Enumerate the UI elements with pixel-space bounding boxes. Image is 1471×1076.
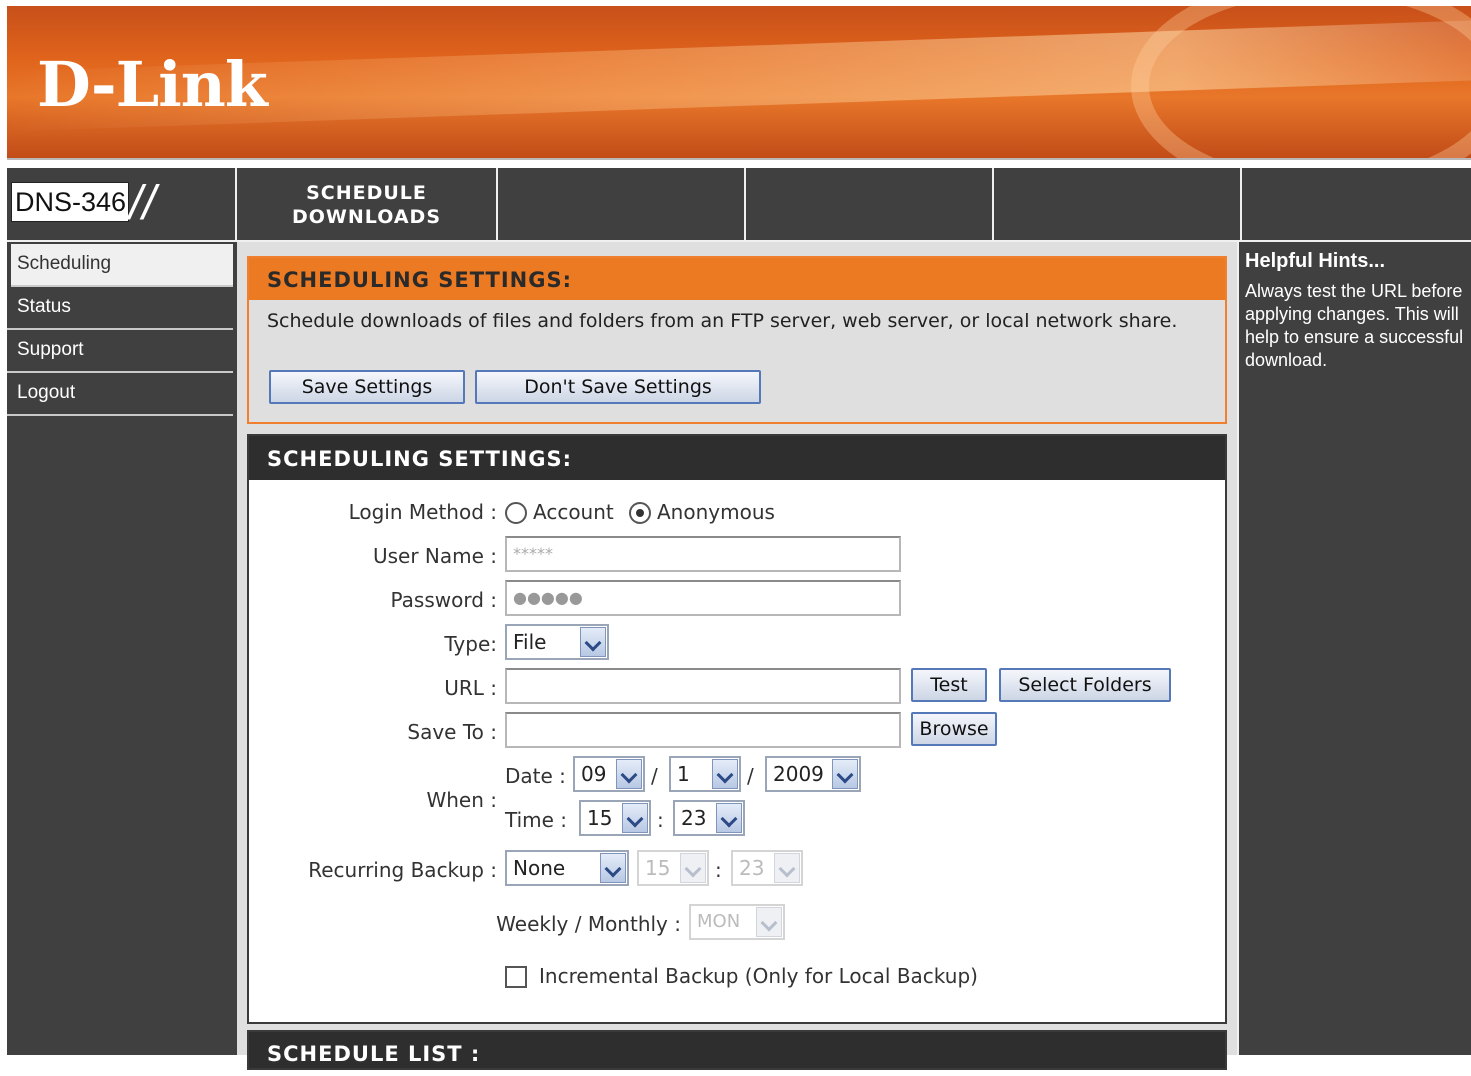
schedule-list-panel: SCHEDULE LIST : xyxy=(247,1030,1227,1070)
sidebar: Scheduling Status Support Logout xyxy=(7,240,237,1055)
recurring-minute-select: 23 xyxy=(731,850,803,886)
username-label: User Name : xyxy=(372,544,497,568)
save-to-label: Save To : xyxy=(407,720,497,744)
chevron-down-icon xyxy=(832,759,858,789)
chevron-down-icon xyxy=(756,907,782,937)
tab-empty-3 xyxy=(992,168,1240,240)
model-slashes: // xyxy=(129,177,156,230)
incremental-backup-checkbox[interactable] xyxy=(505,966,527,988)
date-label: Date : xyxy=(505,764,566,788)
dlink-logo: D-Link xyxy=(37,48,268,121)
time-minute-select[interactable]: 23 xyxy=(673,800,745,836)
type-label: Type: xyxy=(444,632,497,656)
date-day-value: 1 xyxy=(677,762,690,786)
weekly-monthly-label: Weekly / Monthly : xyxy=(496,912,681,936)
sidebar-item-support[interactable]: Support xyxy=(7,330,233,373)
settings-actions-panel: SCHEDULING SETTINGS: Schedule downloads … xyxy=(247,256,1227,424)
chevron-down-icon xyxy=(600,853,626,883)
hints-text: Always test the URL before applying chan… xyxy=(1245,281,1464,370)
helpful-hints-panel: Helpful Hints... Always test the URL bef… xyxy=(1237,240,1471,1055)
time-hour-select[interactable]: 15 xyxy=(579,800,651,836)
weekly-monthly-select: MON xyxy=(689,904,785,940)
recurring-backup-select[interactable]: None xyxy=(505,850,629,886)
tab-empty-4 xyxy=(1240,168,1471,240)
recurring-time-separator: : xyxy=(715,858,722,882)
chevron-down-icon xyxy=(616,759,642,789)
when-label: When : xyxy=(426,788,497,812)
date-separator: / xyxy=(651,764,658,788)
dont-save-settings-button[interactable]: Don't Save Settings xyxy=(475,370,761,404)
save-to-input[interactable] xyxy=(505,712,901,748)
chevron-down-icon xyxy=(622,803,648,833)
incremental-backup-label: Incremental Backup (Only for Local Backu… xyxy=(539,964,978,988)
time-separator: : xyxy=(657,808,664,832)
date-year-select[interactable]: 2009 xyxy=(765,756,861,792)
radio-anonymous-label: Anonymous xyxy=(657,500,775,524)
recurring-backup-value: None xyxy=(513,856,566,880)
header-divider xyxy=(7,158,1471,168)
date-month-value: 09 xyxy=(581,762,607,786)
radio-anonymous[interactable] xyxy=(629,502,651,524)
username-input[interactable]: ***** xyxy=(505,536,901,572)
browse-button[interactable]: Browse xyxy=(911,712,997,746)
form-panel-title: SCHEDULING SETTINGS: xyxy=(249,436,1225,480)
test-button[interactable]: Test xyxy=(911,668,987,702)
chevron-down-icon xyxy=(716,803,742,833)
main-content: SCHEDULING SETTINGS: Schedule downloads … xyxy=(237,240,1237,1070)
url-input[interactable] xyxy=(505,668,901,704)
url-label: URL : xyxy=(444,676,497,700)
date-day-select[interactable]: 1 xyxy=(669,756,741,792)
chevron-down-icon xyxy=(580,627,606,657)
model-name: DNS-346 xyxy=(11,182,129,222)
time-label: Time : xyxy=(505,808,568,832)
scheduling-form-panel: SCHEDULING SETTINGS: Login Method : Acco… xyxy=(247,434,1227,1024)
settings-description: Schedule downloads of files and folders … xyxy=(267,310,1178,332)
chevron-down-icon xyxy=(680,853,706,883)
tab-label: SCHEDULE DOWNLOADS xyxy=(291,182,441,228)
schedule-list-title: SCHEDULE LIST : xyxy=(267,1042,481,1066)
chevron-down-icon xyxy=(774,853,800,883)
tab-empty-1 xyxy=(496,168,744,240)
date-separator: / xyxy=(747,764,754,788)
weekly-monthly-value: MON xyxy=(697,911,741,932)
recurring-backup-label: Recurring Backup : xyxy=(308,858,497,882)
chevron-down-icon xyxy=(712,759,738,789)
save-settings-button[interactable]: Save Settings xyxy=(269,370,465,404)
sidebar-item-status[interactable]: Status xyxy=(7,287,233,330)
radio-account-label: Account xyxy=(533,500,614,524)
time-hour-value: 15 xyxy=(587,806,613,830)
recurring-hour-select: 15 xyxy=(637,850,709,886)
hints-title: Helpful Hints... xyxy=(1245,250,1385,272)
tab-empty-2 xyxy=(744,168,992,240)
tab-schedule-downloads[interactable]: SCHEDULE DOWNLOADS xyxy=(235,168,496,240)
radio-account[interactable] xyxy=(505,502,527,524)
password-label: Password : xyxy=(390,588,497,612)
sidebar-item-logout[interactable]: Logout xyxy=(7,373,233,416)
banner-swoosh xyxy=(1131,6,1471,158)
recurring-minute-value: 23 xyxy=(739,856,765,880)
top-nav: DNS-346 // SCHEDULE DOWNLOADS xyxy=(7,168,1471,240)
settings-panel-title: SCHEDULING SETTINGS: xyxy=(249,258,1225,300)
select-folders-button[interactable]: Select Folders xyxy=(999,668,1171,702)
type-select-value: File xyxy=(513,630,547,654)
login-method-label: Login Method : xyxy=(348,500,497,524)
recurring-hour-value: 15 xyxy=(645,856,671,880)
sidebar-item-scheduling[interactable]: Scheduling xyxy=(11,244,233,287)
date-year-value: 2009 xyxy=(773,762,824,786)
model-badge: DNS-346 // xyxy=(7,168,235,240)
header-banner: D-Link xyxy=(7,6,1471,158)
password-input[interactable]: ●●●●● xyxy=(505,580,901,616)
time-minute-value: 23 xyxy=(681,806,707,830)
type-select[interactable]: File xyxy=(505,624,609,660)
date-month-select[interactable]: 09 xyxy=(573,756,645,792)
